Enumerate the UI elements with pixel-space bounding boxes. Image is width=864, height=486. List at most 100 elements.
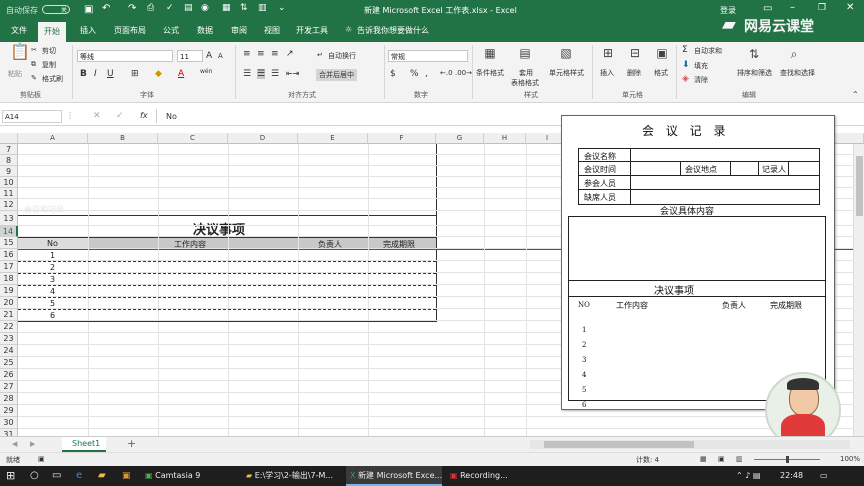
table-cell-number[interactable]: 5 bbox=[50, 299, 55, 308]
minimize-icon[interactable]: – bbox=[790, 2, 795, 13]
row-header[interactable]: 8 bbox=[0, 155, 18, 166]
cut-button[interactable]: 剪切 bbox=[42, 46, 56, 56]
row-header[interactable]: 7 bbox=[0, 144, 18, 155]
clear-icon[interactable]: ◈ bbox=[682, 74, 689, 84]
customize-toolbar-icon[interactable]: ⌄ bbox=[278, 3, 286, 13]
wrap-text-button[interactable]: 自动换行 bbox=[328, 51, 356, 61]
increase-decimal-icon[interactable]: ←.0 bbox=[440, 69, 453, 77]
row-header[interactable]: 15 bbox=[0, 237, 18, 249]
horizontal-scrollbar[interactable] bbox=[530, 440, 850, 449]
undo-icon[interactable]: ↶ bbox=[102, 3, 110, 14]
cut-icon[interactable]: ✂ bbox=[31, 46, 37, 54]
paste-button[interactable]: 粘贴 bbox=[8, 69, 22, 79]
row-header[interactable]: 30 bbox=[0, 417, 18, 429]
paste-icon[interactable]: 📋 bbox=[10, 44, 30, 64]
align-top-icon[interactable]: ≡ bbox=[243, 49, 251, 59]
tell-me-input[interactable]: 告诉我你想要做什么 bbox=[357, 25, 429, 36]
vertical-scrollbar[interactable] bbox=[853, 144, 864, 436]
font-color-button[interactable]: A bbox=[178, 69, 184, 79]
row-header[interactable]: 22 bbox=[0, 321, 18, 333]
taskbar-camtasia[interactable]: ▣ Camtasia 9 bbox=[141, 466, 204, 486]
camera-icon[interactable]: ◉ bbox=[201, 3, 209, 13]
name-box[interactable]: A14 bbox=[2, 110, 62, 123]
formula-input[interactable]: No bbox=[166, 112, 177, 121]
app-icon[interactable]: ▣ bbox=[122, 466, 131, 486]
fill-color-icon[interactable]: ◆ bbox=[155, 69, 162, 79]
tab-formulas[interactable]: 公式 bbox=[163, 25, 179, 36]
wrap-text-icon[interactable]: ↵ bbox=[317, 51, 323, 59]
insert-picture-icon[interactable]: ▦ bbox=[222, 3, 231, 13]
tab-file[interactable]: 文件 bbox=[11, 25, 27, 36]
taskbar-explorer[interactable]: ▰ E:\学习\2-输出\7-M... bbox=[242, 466, 337, 486]
align-left-icon[interactable]: ☰ bbox=[243, 69, 251, 79]
row-header[interactable]: 25 bbox=[0, 357, 18, 369]
task-view-icon[interactable]: ▭ bbox=[52, 466, 61, 486]
font-name-select[interactable]: 等线 bbox=[77, 50, 173, 62]
add-sheet-button[interactable]: + bbox=[127, 437, 136, 450]
row-header[interactable]: 26 bbox=[0, 369, 18, 381]
taskbar-excel[interactable]: X 新建 Microsoft Exce... bbox=[346, 466, 442, 486]
orientation-icon[interactable]: ↗ bbox=[286, 49, 294, 59]
column-header-h[interactable]: H bbox=[484, 133, 526, 144]
borders-icon[interactable]: ⊞ bbox=[131, 69, 139, 79]
format-cells-icon[interactable]: ▥ bbox=[258, 3, 267, 13]
column-header-e[interactable]: E bbox=[298, 133, 368, 144]
shrink-font-button[interactable]: A bbox=[218, 52, 223, 60]
column-header-f[interactable]: F bbox=[368, 133, 436, 144]
row-header[interactable]: 14 bbox=[0, 226, 18, 237]
ribbon-display-icon[interactable]: ▭ bbox=[763, 3, 772, 14]
find-select-button[interactable]: 查找和选择 bbox=[780, 68, 815, 78]
restore-icon[interactable]: ❐ bbox=[818, 3, 826, 13]
conditional-format-icon[interactable]: ▦ bbox=[484, 47, 496, 59]
open-icon[interactable]: ▤ bbox=[184, 3, 193, 13]
redo-icon[interactable]: ↷ bbox=[128, 3, 136, 14]
delete-cells-button[interactable]: 删除 bbox=[627, 68, 641, 78]
row-header[interactable]: 13 bbox=[0, 211, 18, 226]
sort-filter-button[interactable]: 排序和筛选 bbox=[737, 68, 772, 78]
insert-function-button[interactable]: fx bbox=[140, 111, 148, 120]
table-cell-number[interactable]: 3 bbox=[50, 275, 55, 284]
font-size-select[interactable]: 11 bbox=[177, 50, 203, 62]
row-header[interactable]: 9 bbox=[0, 166, 18, 177]
table-cell-number[interactable]: 6 bbox=[50, 311, 55, 320]
row-header[interactable]: 24 bbox=[0, 345, 18, 357]
tab-developer[interactable]: 开发工具 bbox=[296, 25, 328, 36]
row-header[interactable]: 19 bbox=[0, 285, 18, 297]
search-icon[interactable]: ○ bbox=[30, 466, 39, 486]
cancel-entry-icon[interactable]: ✕ bbox=[93, 111, 101, 121]
sort-icon[interactable]: ⇅ bbox=[240, 3, 248, 13]
row-header[interactable]: 11 bbox=[0, 188, 18, 199]
sort-filter-icon[interactable]: ⇅ bbox=[748, 48, 760, 60]
grow-font-button[interactable]: A bbox=[206, 51, 212, 61]
format-cells-icon[interactable]: ▣ bbox=[656, 47, 668, 59]
close-icon[interactable]: ✕ bbox=[846, 2, 854, 13]
insert-cells-icon[interactable]: ⊞ bbox=[602, 47, 614, 59]
table-cell-number[interactable]: 4 bbox=[50, 287, 55, 296]
row-header[interactable]: 10 bbox=[0, 177, 18, 188]
row-header[interactable]: 17 bbox=[0, 261, 18, 273]
tab-review[interactable]: 审阅 bbox=[231, 25, 247, 36]
align-right-icon[interactable]: ☰ bbox=[271, 69, 279, 79]
tab-page-layout[interactable]: 页面布局 bbox=[114, 25, 146, 36]
table-cell-number[interactable]: 2 bbox=[50, 263, 55, 272]
copy-button[interactable]: 复制 bbox=[42, 60, 56, 70]
column-header-d[interactable]: D bbox=[228, 133, 298, 144]
spelling-icon[interactable]: ✓ bbox=[166, 3, 174, 13]
fill-button[interactable]: 填充 bbox=[694, 61, 708, 71]
row-header[interactable]: 23 bbox=[0, 333, 18, 345]
row-header[interactable]: 20 bbox=[0, 297, 18, 309]
indent-icon[interactable]: ⇤⇥ bbox=[286, 69, 299, 78]
number-format-select[interactable]: 常规 bbox=[388, 50, 468, 62]
row-header[interactable]: 16 bbox=[0, 249, 18, 261]
autosave-toggle[interactable]: 关 bbox=[42, 5, 70, 14]
row-header[interactable]: 29 bbox=[0, 405, 18, 417]
align-bottom-icon[interactable]: ≡ bbox=[271, 49, 279, 59]
next-sheet-icon[interactable]: ▶ bbox=[30, 440, 35, 448]
align-middle-icon[interactable]: ≡ bbox=[257, 49, 265, 59]
collapse-ribbon-icon[interactable]: ⌃ bbox=[852, 90, 859, 99]
insert-cells-button[interactable]: 插入 bbox=[600, 68, 614, 78]
comma-button[interactable]: , bbox=[425, 69, 428, 79]
print-preview-icon[interactable]: ⎙ bbox=[147, 3, 154, 13]
select-all-corner[interactable] bbox=[0, 133, 18, 144]
row-header[interactable]: 12 bbox=[0, 199, 18, 211]
